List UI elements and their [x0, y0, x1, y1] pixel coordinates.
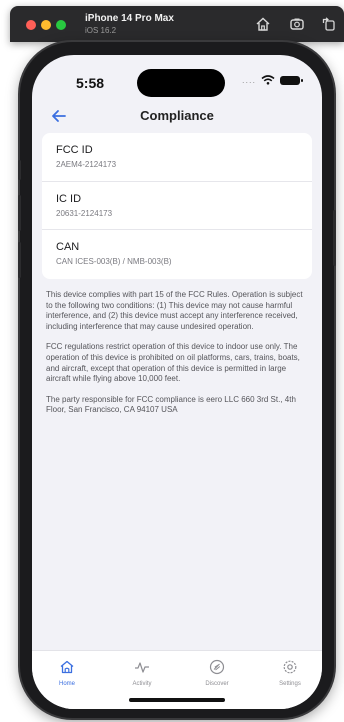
- page-title: Compliance: [140, 108, 214, 123]
- row-label: FCC ID: [56, 144, 93, 156]
- tab-home[interactable]: Home: [37, 659, 97, 687]
- tab-settings[interactable]: Settings: [260, 659, 320, 687]
- row-label: CAN: [56, 241, 80, 253]
- tab-label: Activity: [132, 681, 152, 687]
- simulator-os-version: iOS 16.2: [85, 26, 117, 35]
- home-icon: [60, 660, 74, 674]
- home-icon[interactable]: [254, 15, 272, 33]
- row-label: IC ID: [56, 193, 82, 205]
- gear-icon: [283, 660, 297, 674]
- fcc-id-row[interactable]: FCC ID 2AEM4-2124173: [42, 133, 312, 181]
- indoor-use-note: FCC regulations restrict operation of th…: [46, 342, 300, 384]
- dynamic-island: [137, 69, 225, 97]
- action-button: [18, 160, 21, 180]
- compliance-ids-card: FCC ID 2AEM4-2124173 IC ID 20631-2124173…: [42, 133, 312, 279]
- wifi-icon: [261, 75, 275, 85]
- tab-activity[interactable]: Activity: [112, 659, 172, 687]
- minimize-window-button[interactable]: [41, 20, 51, 30]
- simulator-device-name: iPhone 14 Pro Max: [85, 13, 174, 24]
- fcc-part15-note: This device complies with part 15 of the…: [46, 290, 303, 331]
- row-value: 20631-2124173: [56, 209, 113, 218]
- power-button: [333, 210, 336, 266]
- signal-icon: ....: [241, 75, 256, 85]
- tab-label: Home: [58, 681, 75, 687]
- device-screen: 5:58 .... Compliance FCC ID 2AEM4-212417…: [32, 55, 322, 709]
- rotate-icon[interactable]: [320, 15, 338, 33]
- tab-label: Settings: [279, 681, 301, 687]
- volume-up-button: [18, 195, 21, 231]
- can-row[interactable]: CAN CAN ICES-003(B) / NMB-003(B): [42, 229, 312, 277]
- status-icons: ....: [241, 75, 303, 85]
- activity-icon: [135, 662, 149, 673]
- row-value: 2AEM4-2124173: [56, 160, 117, 169]
- close-window-button[interactable]: [26, 20, 36, 30]
- volume-down-button: [18, 242, 21, 278]
- ic-id-row[interactable]: IC ID 20631-2124173: [42, 181, 312, 229]
- navigation-bar: Compliance: [32, 101, 322, 131]
- row-value: CAN ICES-003(B) / NMB-003(B): [56, 257, 172, 266]
- status-time: 5:58: [76, 75, 105, 91]
- tab-bar: Home Activity Discover Settings: [32, 650, 322, 709]
- home-indicator: [129, 698, 225, 702]
- compliance-notes: This device complies with part 15 of the…: [46, 290, 310, 426]
- zoom-window-button[interactable]: [56, 20, 66, 30]
- battery-icon: [280, 75, 303, 85]
- tab-label: Discover: [205, 681, 229, 687]
- tab-discover[interactable]: Discover: [187, 659, 247, 687]
- simulator-title-bar: iPhone 14 Pro Max iOS 16.2: [10, 6, 344, 42]
- discover-icon: [209, 659, 225, 675]
- screenshot-icon[interactable]: [288, 15, 306, 33]
- responsible-party-note: The party responsible for FCC compliance…: [46, 394, 296, 415]
